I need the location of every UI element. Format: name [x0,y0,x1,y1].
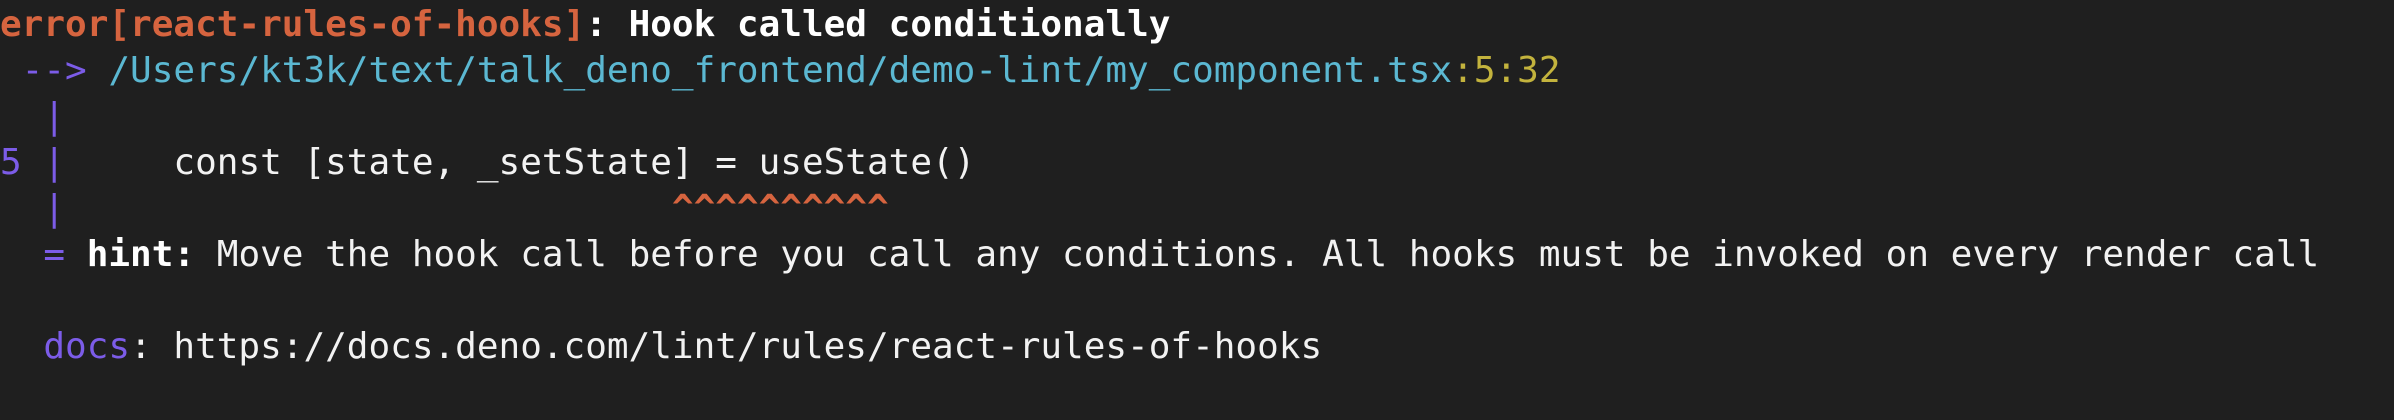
hint-text: Move the hook call before you call any c… [195,234,2320,275]
gutter-bar: | [0,96,66,137]
docs-url[interactable]: https://docs.deno.com/lint/rules/react-r… [152,326,1322,367]
caret-padding [65,188,672,229]
hint-label: hint [65,234,174,275]
gutter-line-top: | [0,94,65,140]
caret-line: | ^^^^^^^^^^ [0,186,889,232]
error-location: --> /Users/kt3k/text/talk_deno_frontend/… [0,48,1561,94]
file-path[interactable]: /Users/kt3k/text/talk_deno_frontend/demo… [87,50,1452,91]
source-line: 5 | const [state, _setState] = useState(… [0,140,975,186]
error-message: Hook called conditionally [606,4,1171,45]
error-code: error[react-rules-of-hooks] [0,4,586,45]
docs-line: docs: https://docs.deno.com/lint/rules/r… [0,324,1322,370]
docs-label: docs [0,326,131,367]
source-code: const [state, _setState] = useState() [65,142,976,183]
error-header: error[react-rules-of-hooks]: Hook called… [0,2,1170,48]
hint-line: = hint: Move the hook call before you ca… [0,232,2319,278]
docs-colon: : [130,326,152,367]
line-column: :5:32 [1452,50,1561,91]
error-colon: : [585,4,607,45]
hint-equals: = [0,234,66,275]
caret-marks: ^^^^^^^^^^ [671,188,889,229]
line-gutter-bar: | [21,142,66,183]
caret-gutter-bar: | [0,188,66,229]
terminal-window: error[react-rules-of-hooks]: Hook called… [0,0,2394,420]
line-number: 5 [0,142,22,183]
hint-colon: : [173,234,196,275]
location-arrow: --> [0,50,87,91]
